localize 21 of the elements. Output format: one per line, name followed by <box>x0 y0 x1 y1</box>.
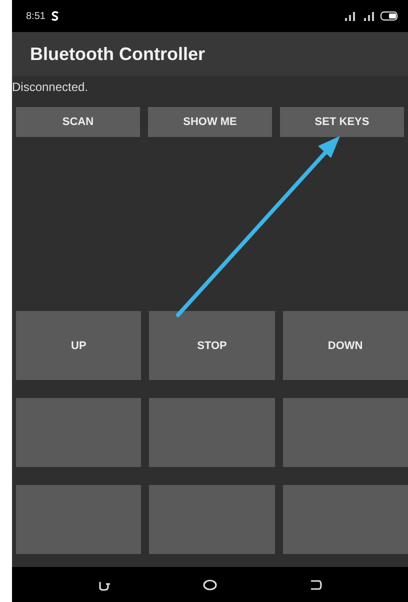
control-button[interactable]: UP <box>16 311 142 380</box>
blank-button[interactable] <box>149 485 275 554</box>
control-button[interactable]: STOP <box>149 311 275 380</box>
battery-icon <box>380 11 400 21</box>
blank-button[interactable] <box>16 485 142 554</box>
action-button[interactable]: SET KEYS <box>280 107 404 137</box>
back-icon[interactable] <box>308 578 323 590</box>
home-icon[interactable] <box>202 578 218 590</box>
blank-button[interactable] <box>16 398 142 467</box>
blank-button[interactable] <box>149 398 275 467</box>
action-button[interactable]: SHOW ME <box>148 107 272 137</box>
action-button[interactable]: SCAN <box>16 107 140 137</box>
control-button[interactable]: DOWN <box>282 311 408 380</box>
clock: 8:51 <box>26 10 46 22</box>
notification-icon <box>50 11 60 21</box>
signal-icon <box>363 11 375 21</box>
app-title: Bluetooth Controller <box>30 44 205 64</box>
blank-button[interactable] <box>282 398 408 467</box>
signal-icon <box>344 11 358 21</box>
blank-button[interactable] <box>282 485 408 554</box>
connection-status: Disconnected. <box>12 79 90 96</box>
